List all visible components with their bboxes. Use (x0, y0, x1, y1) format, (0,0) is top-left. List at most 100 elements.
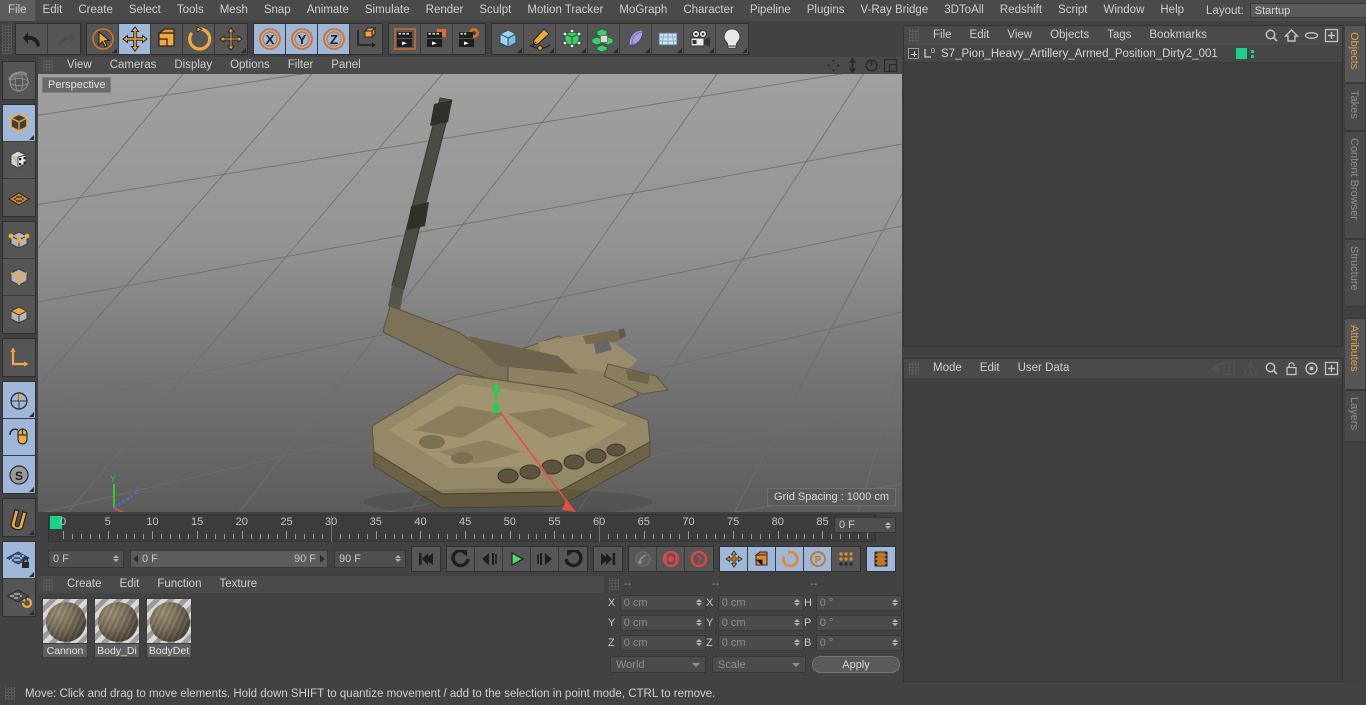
visibility-dot-icon[interactable] (1236, 48, 1247, 59)
tab-takes[interactable]: Takes (1345, 83, 1366, 131)
render-view-icon[interactable] (389, 24, 421, 54)
stepper-icon[interactable] (696, 639, 702, 646)
stepper-icon[interactable] (113, 555, 119, 562)
coord-position-field[interactable]: 0 cm (619, 594, 706, 611)
scale-key-icon[interactable] (748, 546, 776, 571)
object-menu-edit[interactable]: Edit (961, 26, 999, 45)
object-menu-file[interactable]: File (924, 26, 961, 45)
apply-button[interactable]: Apply (812, 656, 900, 673)
zoom-view-icon[interactable] (845, 58, 860, 73)
y-axis-icon[interactable]: Y (286, 24, 318, 54)
workplane-mode-icon[interactable] (3, 179, 35, 216)
stepper-icon[interactable] (794, 639, 800, 646)
timeline-icon[interactable] (867, 546, 895, 571)
coord-size-field[interactable]: 0 cm (717, 594, 804, 611)
stepper-icon[interactable] (892, 619, 898, 626)
range-right-arrow-icon[interactable] (320, 554, 325, 563)
material-thumbnail[interactable] (146, 598, 192, 644)
material-item[interactable]: BodyDet (146, 598, 192, 658)
object-manager-grip[interactable] (909, 29, 919, 42)
target-icon[interactable] (1304, 361, 1319, 376)
viewport-menu-cameras[interactable]: Cameras (101, 57, 166, 74)
world-axis-icon[interactable] (350, 24, 382, 54)
step-forward-icon[interactable] (531, 546, 559, 571)
object-menu-view[interactable]: View (998, 26, 1041, 45)
start-frame-field[interactable]: 0 F (48, 549, 124, 568)
viewport-menu-panel[interactable]: Panel (322, 57, 369, 74)
range-left-arrow-icon[interactable] (133, 554, 138, 563)
select-cursor-icon[interactable] (87, 24, 119, 54)
toolbar-grip[interactable] (2, 24, 12, 54)
expand-icon[interactable] (908, 48, 919, 59)
cube-primitive-icon[interactable] (492, 24, 524, 54)
menu-sculpt[interactable]: Sculpt (471, 0, 519, 21)
back-nav-icon[interactable] (1207, 361, 1237, 376)
menu-snap[interactable]: Snap (256, 0, 299, 21)
artillery-model[interactable] (38, 74, 902, 512)
menu-pipeline[interactable]: Pipeline (742, 0, 799, 21)
coordinate-space-dropdown[interactable]: World (610, 656, 706, 673)
material-menu-create[interactable]: Create (58, 576, 111, 593)
add-icon[interactable] (1324, 361, 1339, 376)
pan-view-icon[interactable] (826, 58, 841, 73)
stepper-icon[interactable] (794, 619, 800, 626)
deformer-icon[interactable] (620, 24, 652, 54)
object-row[interactable]: 0 S7_Pion_Heavy_Artillery_Armed_Position_… (904, 45, 1342, 63)
texture-mode-icon[interactable] (3, 142, 35, 179)
search-icon[interactable] (1264, 361, 1279, 376)
axis-modify-icon[interactable] (3, 339, 35, 376)
record-active-objects-icon[interactable] (657, 546, 685, 571)
material-menu-edit[interactable]: Edit (111, 576, 149, 593)
generator-icon[interactable] (556, 24, 588, 54)
menu-help[interactable]: Help (1152, 0, 1192, 21)
eye-icon[interactable] (1304, 28, 1319, 43)
coord-rotation-field[interactable]: 0 ° (815, 594, 902, 611)
attribute-manager-grip[interactable] (909, 362, 919, 375)
menu-plugins[interactable]: Plugins (799, 0, 853, 21)
render-settings-icon[interactable] (453, 24, 485, 54)
keyframe-selection-icon[interactable]: ? (685, 546, 713, 571)
menu-file[interactable]: File (0, 0, 35, 21)
material-menu-texture[interactable]: Texture (210, 576, 266, 593)
attribute-menu-user-data[interactable]: User Data (1009, 359, 1079, 378)
search-icon[interactable] (1264, 28, 1279, 43)
menu-animate[interactable]: Animate (299, 0, 357, 21)
timeline-frame-field[interactable]: 0 F (834, 517, 896, 533)
coord-size-field[interactable]: 0 cm (717, 614, 804, 631)
menu-render[interactable]: Render (418, 0, 472, 21)
coordinate-mode-dropdown[interactable]: Scale (712, 656, 806, 673)
menu-script[interactable]: Script (1050, 0, 1095, 21)
coord-rotation-field[interactable]: 0 ° (815, 614, 902, 631)
rotate-icon[interactable] (183, 24, 215, 54)
tab-structure[interactable]: Structure (1345, 239, 1366, 307)
menu-edit[interactable]: Edit (35, 0, 71, 21)
point-mode-icon[interactable] (3, 222, 35, 259)
menu-character[interactable]: Character (675, 0, 742, 21)
material-item[interactable]: Body_Di (94, 598, 140, 658)
go-to-end-icon[interactable] (594, 546, 622, 571)
menu-create[interactable]: Create (70, 0, 121, 21)
perspective-viewport[interactable]: Y X Z Perspective Grid Spacing : 1000 cm (38, 74, 902, 512)
attribute-menu-mode[interactable]: Mode (924, 359, 971, 378)
param-key-icon[interactable]: P (804, 546, 832, 571)
position-key-icon[interactable] (720, 546, 748, 571)
play-icon[interactable] (503, 546, 531, 571)
stepper-icon[interactable] (885, 521, 891, 529)
stepper-icon[interactable] (892, 639, 898, 646)
move-alt-icon[interactable] (215, 24, 247, 54)
mouse-icon[interactable] (3, 419, 35, 456)
stepper-icon[interactable] (395, 555, 401, 562)
attribute-menu-edit[interactable]: Edit (971, 359, 1009, 378)
stepper-icon[interactable] (794, 599, 800, 606)
material-item[interactable]: Cannon (42, 598, 88, 658)
viewport-menu-view[interactable]: View (58, 57, 101, 74)
step-back-icon[interactable] (475, 546, 503, 571)
soft-selection-icon[interactable]: S (3, 456, 35, 493)
coord-position-field[interactable]: 0 cm (619, 614, 706, 631)
redo-icon[interactable] (48, 24, 80, 54)
status-bar-grip[interactable] (5, 687, 15, 700)
viewport-menu-options[interactable]: Options (221, 57, 279, 74)
z-axis-icon[interactable]: Z (318, 24, 350, 54)
rotation-key-icon[interactable] (776, 546, 804, 571)
coord-position-field[interactable]: 0 cm (619, 634, 706, 651)
